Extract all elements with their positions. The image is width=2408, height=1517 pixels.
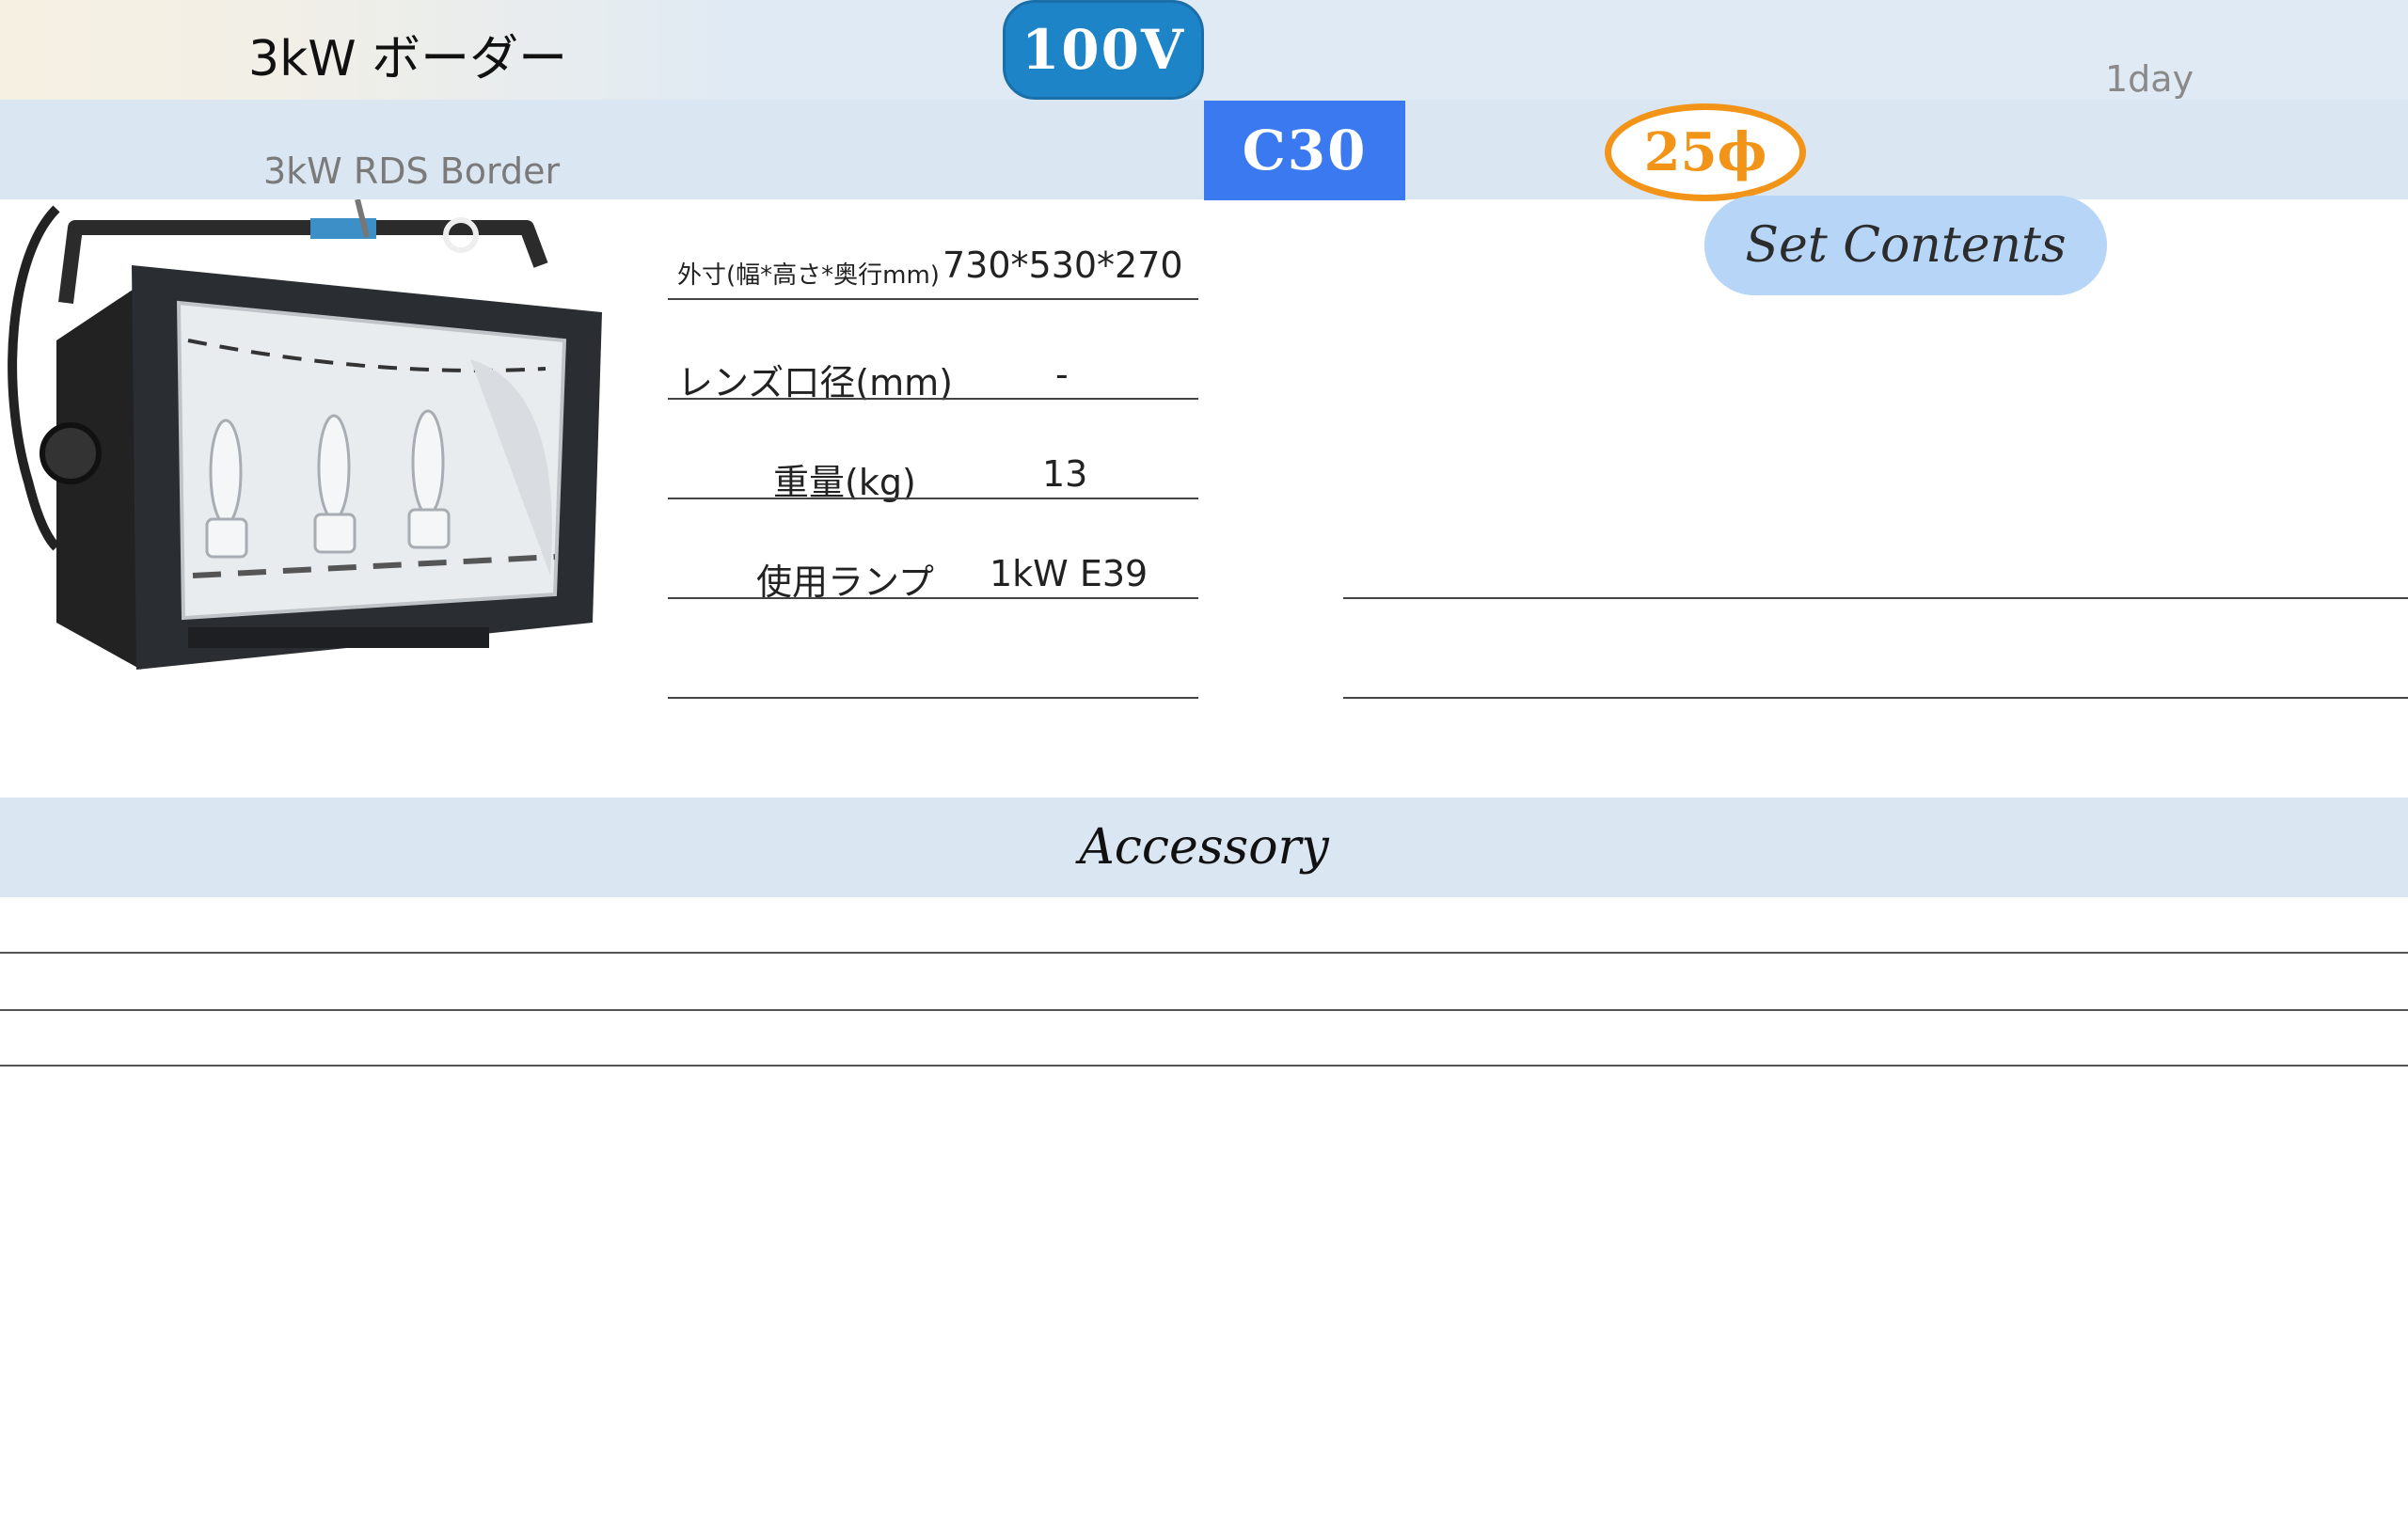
accessory-row-line <box>0 1009 2408 1011</box>
set-contents-line <box>1343 597 2408 599</box>
spec-value-dimensions: 730*530*270 <box>943 245 1183 286</box>
spec-divider <box>668 498 1198 499</box>
spec-divider <box>668 597 1198 599</box>
product-subtitle: 3kW RDS Border <box>263 150 561 192</box>
accessory-title: Accessory <box>1079 819 1329 876</box>
spec-divider <box>668 697 1198 699</box>
voltage-badge: 100V <box>1003 0 1204 100</box>
set-contents-line <box>1343 697 2408 699</box>
accessory-row-line <box>0 952 2408 954</box>
set-contents-button[interactable]: Set Contents <box>1704 196 2107 295</box>
rental-period: 1day <box>2105 58 2194 100</box>
spec-value-weight: 13 <box>1042 453 1088 495</box>
spec-divider <box>668 298 1198 300</box>
spec-value-lamp: 1kW E39 <box>990 553 1149 594</box>
diameter-badge: 25ϕ <box>1605 103 1806 201</box>
spec-label-dimensions: 外寸(幅*高さ*奥行mm) <box>677 261 940 290</box>
spec-divider <box>668 398 1198 400</box>
border-light-product-image <box>8 199 602 670</box>
product-title: 3kW ボーダー <box>248 31 568 87</box>
spec-value-lens-diameter: - <box>1055 354 1069 395</box>
plug-type-badge: C30 <box>1204 101 1405 200</box>
accessory-row-line <box>0 1065 2408 1067</box>
